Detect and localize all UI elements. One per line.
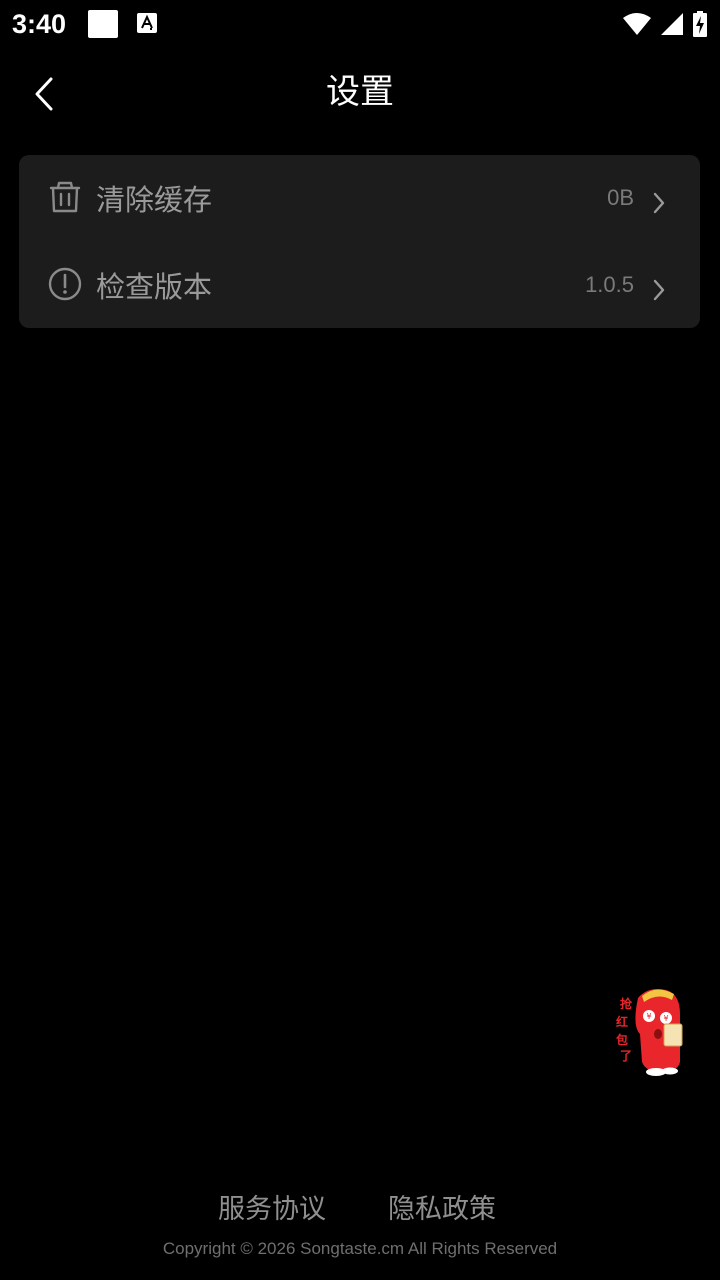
chevron-right-icon — [653, 279, 665, 301]
chevron-right-icon — [653, 192, 665, 214]
clear-cache-row[interactable]: 清除缓存 0B — [19, 155, 700, 241]
svg-text:了: 了 — [620, 1049, 632, 1063]
header-bar: 设置 — [0, 48, 720, 138]
svg-text:抢: 抢 — [620, 996, 633, 1011]
status-time: 3:40 — [12, 9, 67, 39]
wifi-icon — [623, 13, 651, 35]
svg-text:¥: ¥ — [646, 1012, 651, 1021]
notification-square-icon — [88, 10, 118, 38]
cell-signal-icon — [661, 13, 683, 35]
settings-screen: 3:40 设置 清除缓存 0B 检查版本 1.0.5 ¥ ¥ 抢 红 包 了 服… — [0, 0, 720, 1280]
battery-charging-icon — [693, 11, 707, 37]
svg-text:包: 包 — [615, 1032, 628, 1047]
privacy-policy-link[interactable]: 隐私政策 — [388, 1190, 496, 1230]
cache-size-value: 0B — [607, 185, 634, 210]
status-icons — [622, 10, 708, 38]
status-bar: 3:40 — [0, 0, 720, 48]
check-version-label: 检查版本 — [96, 270, 213, 304]
footer-links: 服务协议 隐私政策 — [0, 1190, 720, 1230]
clear-cache-label: 清除缓存 — [96, 183, 213, 217]
svg-text:¥: ¥ — [663, 1014, 668, 1023]
settings-card: 清除缓存 0B 检查版本 1.0.5 — [19, 155, 700, 328]
check-version-row[interactable]: 检查版本 1.0.5 — [19, 242, 700, 328]
info-circle-icon — [48, 267, 82, 301]
svg-text:红: 红 — [616, 1014, 628, 1029]
red-envelope-mascot-icon[interactable]: ¥ ¥ 抢 红 包 了 — [612, 984, 688, 1078]
a-font-icon — [137, 13, 157, 33]
trash-icon — [49, 181, 81, 213]
page-title: 设置 — [326, 72, 394, 112]
version-value: 1.0.5 — [585, 272, 634, 297]
service-agreement-link[interactable]: 服务协议 — [218, 1190, 326, 1230]
copyright-text: Copyright © 2026 Songtaste.cm All Rights… — [162, 1239, 558, 1258]
